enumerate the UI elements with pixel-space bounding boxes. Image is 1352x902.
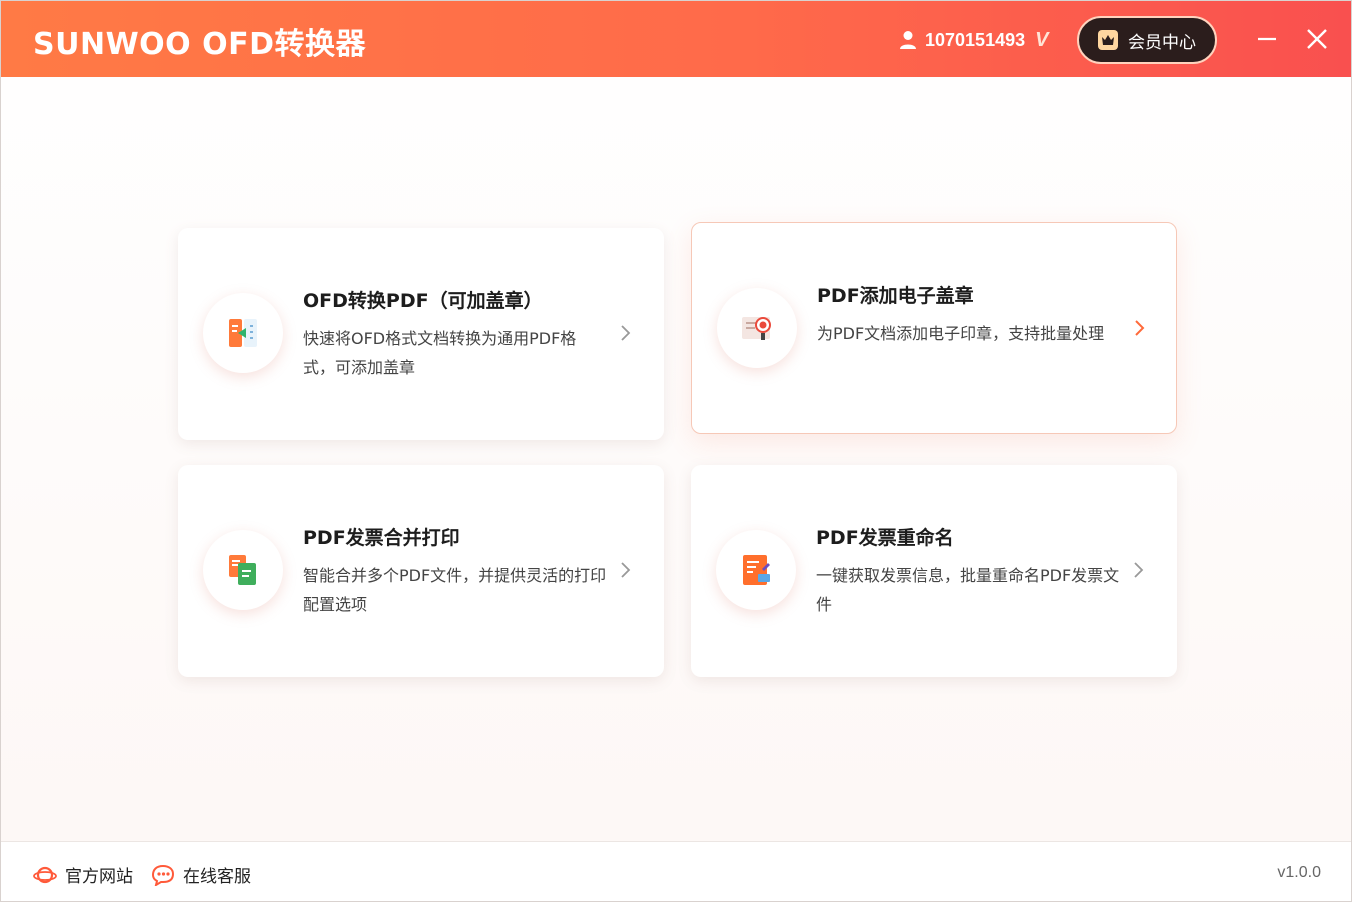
card-pdf-add-seal[interactable]: PDF添加电子盖章 为PDF文档添加电子印章，支持批量处理 xyxy=(691,222,1177,434)
card-invoice-rename[interactable]: PDF发票重命名 一键获取发票信息，批量重命名PDF发票文件 xyxy=(691,465,1177,677)
user-info[interactable]: 1070151493 V xyxy=(899,27,1048,53)
official-website-link[interactable]: 官方网站 xyxy=(33,862,133,887)
chevron-right-icon xyxy=(1134,562,1144,578)
title-bar: SUNWOO OFD转换器 1070151493 V 会员中心 xyxy=(1,1,1351,77)
minimize-icon[interactable] xyxy=(1251,23,1283,55)
online-support-link[interactable]: 在线客服 xyxy=(151,862,251,887)
ofd-to-pdf-icon xyxy=(203,293,283,373)
card-title: PDF发票合并打印 xyxy=(303,527,460,549)
card-title: OFD转换PDF（可加盖章） xyxy=(303,290,543,312)
card-description: 快速将OFD格式文档转换为通用PDF格式，可添加盖章 xyxy=(303,329,577,377)
merge-documents-icon xyxy=(203,530,283,610)
app-title: SUNWOO OFD转换器 xyxy=(33,27,367,62)
seal-certificate-icon xyxy=(717,288,797,368)
app-window: SUNWOO OFD转换器 1070151493 V 会员中心 OFD转换PDF… xyxy=(0,0,1352,902)
vip-badge: V xyxy=(1035,28,1049,51)
chevron-right-icon xyxy=(1135,320,1145,336)
card-description: 一键获取发票信息，批量重命名PDF发票文件 xyxy=(816,566,1120,614)
chevron-right-icon xyxy=(621,562,631,578)
card-invoice-merge-print[interactable]: PDF发票合并打印 智能合并多个PDF文件，并提供灵活的打印配置选项 xyxy=(178,465,664,677)
card-description: 智能合并多个PDF文件，并提供灵活的打印配置选项 xyxy=(303,566,607,614)
member-center-label: 会员中心 xyxy=(1128,32,1196,53)
chevron-right-icon xyxy=(621,325,631,341)
version-label: v1.0.0 xyxy=(1277,864,1321,881)
user-id: 1070151493 xyxy=(925,29,1026,50)
rename-document-icon xyxy=(716,530,796,610)
member-center-button[interactable]: 会员中心 xyxy=(1077,16,1217,64)
card-description: 为PDF文档添加电子印章，支持批量处理 xyxy=(817,324,1105,343)
crown-icon xyxy=(1098,30,1118,50)
chat-bubble-icon xyxy=(151,864,175,886)
online-support-label: 在线客服 xyxy=(183,867,251,887)
user-icon xyxy=(900,31,916,49)
card-title: PDF发票重命名 xyxy=(816,527,954,549)
card-ofd-to-pdf[interactable]: OFD转换PDF（可加盖章） 快速将OFD格式文档转换为通用PDF格式，可添加盖… xyxy=(178,228,664,440)
card-title: PDF添加电子盖章 xyxy=(817,285,974,307)
footer: 官方网站 在线客服 v1.0.0 xyxy=(1,841,1351,901)
planet-icon xyxy=(33,866,57,883)
close-icon[interactable] xyxy=(1301,23,1333,55)
official-website-label: 官方网站 xyxy=(65,867,133,887)
